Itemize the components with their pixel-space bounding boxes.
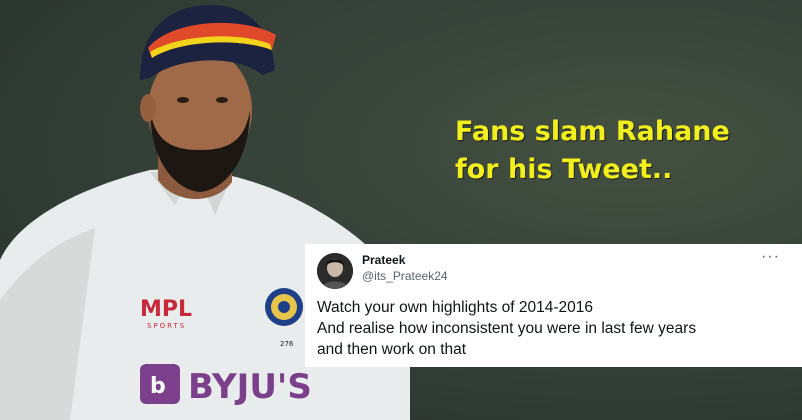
headline-line-1: Fans slam Rahane [455,116,730,147]
tweet-header: Prateek @its_Prateek24 [317,252,790,289]
mpl-logo: MPL [140,297,192,322]
tweet-text: Watch your own highlights of 2014-2016 A… [317,297,790,360]
more-dots-icon[interactable]: ··· [761,248,780,266]
tweet-line-3: and then work on that [317,341,467,358]
tweet-line-2: And realise how inconsistent you were in… [317,320,697,337]
svg-text:b: b [150,374,166,399]
badge-number: 276 [280,340,294,348]
author-handle[interactable]: @its_Prateek24 [362,268,448,284]
mpl-sports-text: SPORTS [147,322,186,330]
author-name[interactable]: Prateek [362,252,448,268]
headline: Fans slam Rahane for his Tweet.. [455,113,785,189]
avatar-image [317,253,353,289]
tweet-line-1: Watch your own highlights of 2014-2016 [317,299,594,316]
avatar[interactable] [317,253,353,289]
byjus-text: BYJU'S [188,367,312,407]
news-thumbnail: MPL SPORTS 276 b BYJU'S Fans slam Rahane… [0,0,802,420]
tweet-card[interactable]: Prateek @its_Prateek24 ··· Watch your ow… [305,244,802,367]
tweet-author: Prateek @its_Prateek24 [362,252,448,284]
headline-line-2: for his Tweet.. [455,154,673,185]
